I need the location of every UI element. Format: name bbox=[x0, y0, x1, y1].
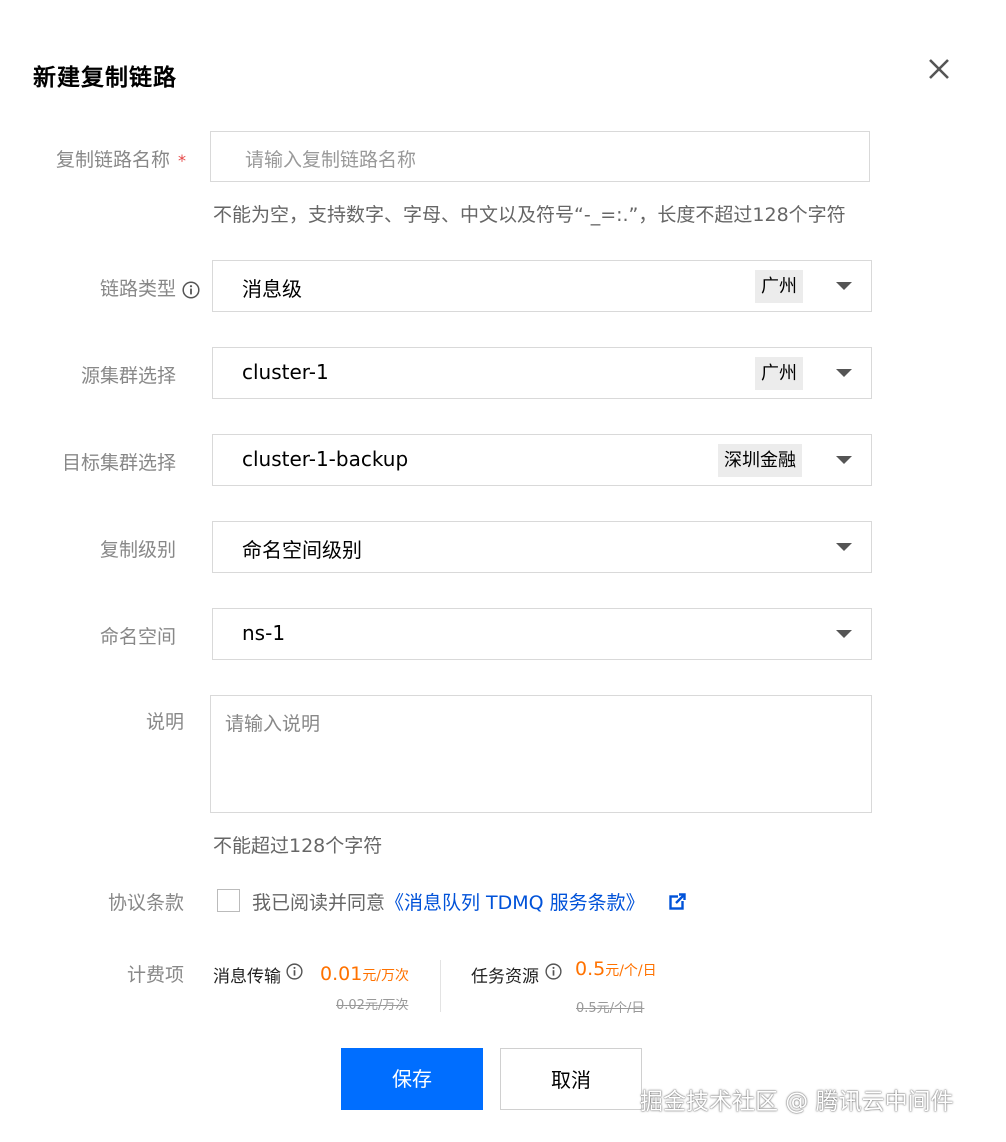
billing-divider bbox=[440, 960, 441, 1012]
target-cluster-label: 目标集群选择 bbox=[61, 452, 176, 474]
cancel-button[interactable]: 取消 bbox=[500, 1048, 642, 1110]
link-type-label: 链路类型 bbox=[10, 274, 200, 301]
external-link-icon[interactable] bbox=[669, 893, 686, 910]
namespace-label: 命名空间 bbox=[99, 626, 176, 648]
link-type-value: 消息级 bbox=[242, 277, 302, 301]
namespace-select[interactable]: ns-1 bbox=[212, 608, 872, 660]
link-name-input[interactable]: 请输入复制链路名称 bbox=[210, 131, 870, 182]
target-cluster-select[interactable]: cluster-1-backup 深圳金融 bbox=[212, 434, 872, 486]
description-hint: 不能超过128个字符 bbox=[213, 835, 383, 857]
agreement-checkbox[interactable] bbox=[217, 889, 240, 912]
billing-original-price: 0.02元/万次 bbox=[336, 998, 409, 1013]
billing-item-name: 消息传输 bbox=[213, 967, 281, 987]
region-badge: 广州 bbox=[755, 357, 803, 390]
description-label: 说明 bbox=[145, 711, 184, 733]
close-icon[interactable] bbox=[924, 54, 954, 84]
description-placeholder: 请输入说明 bbox=[225, 713, 321, 735]
description-textarea[interactable]: 请输入说明 bbox=[210, 695, 872, 813]
link-name-placeholder: 请输入复制链路名称 bbox=[245, 149, 417, 171]
chevron-down-icon bbox=[836, 630, 852, 638]
source-cluster-value: cluster-1 bbox=[242, 360, 329, 384]
link-type-select[interactable]: 消息级 广州 bbox=[212, 260, 872, 312]
billing-price: 0.5元/个/日 bbox=[575, 958, 657, 980]
chevron-down-icon bbox=[836, 282, 852, 290]
source-cluster-label: 源集群选择 bbox=[80, 365, 176, 387]
billing-price: 0.01元/万次 bbox=[320, 963, 410, 985]
replication-level-select[interactable]: 命名空间级别 bbox=[212, 521, 872, 573]
billing-original-price: 0.5元/个/日 bbox=[576, 1001, 645, 1016]
region-badge: 广州 bbox=[755, 270, 803, 303]
billing-item-name: 任务资源 bbox=[471, 967, 539, 987]
info-icon[interactable] bbox=[545, 963, 562, 980]
billing-label: 计费项 bbox=[126, 964, 184, 986]
watermark: 掘金技术社区 @ 腾讯云中间件 bbox=[640, 1089, 954, 1115]
required-mark: * bbox=[178, 151, 186, 170]
target-cluster-value: cluster-1-backup bbox=[242, 447, 409, 471]
agreement-text: 我已阅读并同意《消息队列 TDMQ 服务条款》 bbox=[252, 892, 645, 914]
chevron-down-icon bbox=[836, 543, 852, 551]
namespace-value: ns-1 bbox=[242, 621, 286, 645]
chevron-down-icon bbox=[836, 369, 852, 377]
save-button[interactable]: 保存 bbox=[341, 1048, 483, 1110]
region-badge: 深圳金融 bbox=[718, 444, 802, 477]
info-icon[interactable] bbox=[182, 280, 200, 299]
name-label: 复制链路名称 * bbox=[55, 149, 186, 171]
source-cluster-select[interactable]: cluster-1 广州 bbox=[212, 347, 872, 399]
info-icon[interactable] bbox=[286, 963, 303, 980]
replication-level-label: 复制级别 bbox=[99, 539, 176, 561]
replication-level-value: 命名空间级别 bbox=[242, 538, 362, 562]
dialog-title: 新建复制链路 bbox=[33, 65, 177, 91]
chevron-down-icon bbox=[836, 456, 852, 464]
agreement-label: 协议条款 bbox=[107, 892, 184, 914]
link-name-hint: 不能为空，支持数字、字母、中文以及符号“-_=:.”，长度不超过128个字符 bbox=[213, 204, 846, 226]
terms-link[interactable]: 《消息队列 TDMQ 服务条款》 bbox=[385, 892, 645, 914]
